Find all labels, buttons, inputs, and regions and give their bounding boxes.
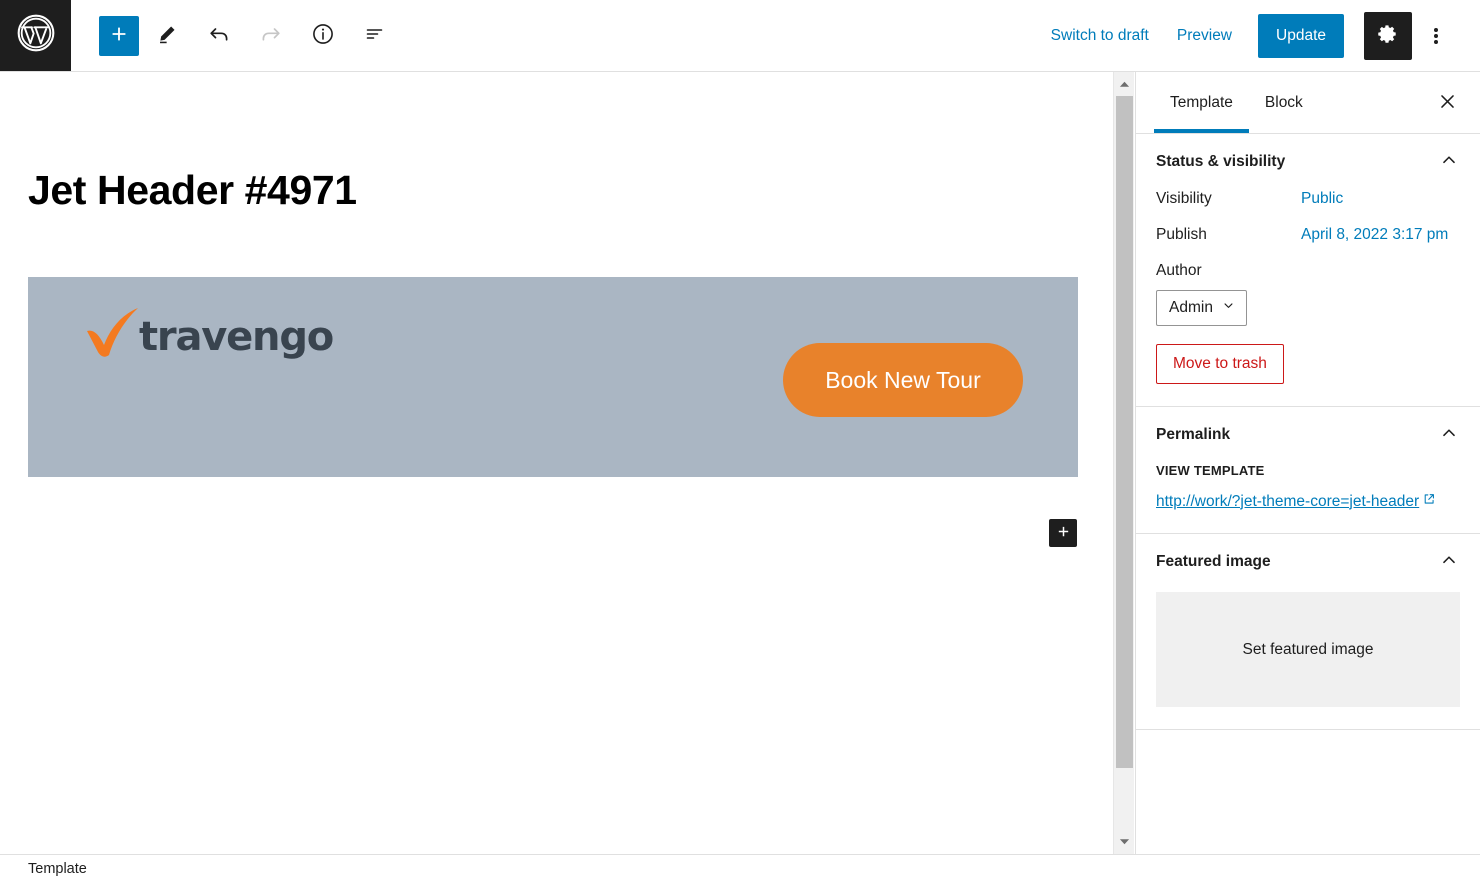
- more-options-button[interactable]: [1414, 12, 1458, 60]
- pencil-icon: [156, 23, 178, 48]
- editor-top-toolbar: Switch to draft Preview Update: [0, 0, 1480, 72]
- editor-footer-breadcrumb-bar: Template: [0, 854, 1480, 882]
- gear-icon: [1377, 23, 1399, 48]
- scrollbar-thumb[interactable]: [1116, 96, 1133, 768]
- permalink-url-link[interactable]: http://work/?jet-theme-core=jet-header: [1156, 492, 1436, 511]
- redo-arrow-icon: [259, 22, 283, 49]
- add-block-button[interactable]: [99, 15, 139, 56]
- header-template-block[interactable]: travengo Book New Tour: [28, 277, 1078, 477]
- toolbar-right-group: Switch to draft Preview Update: [1037, 11, 1480, 60]
- publish-row: Publish April 8, 2022 3:17 pm: [1156, 226, 1460, 244]
- publish-date-button[interactable]: April 8, 2022 3:17 pm: [1301, 226, 1448, 244]
- list-view-button[interactable]: [351, 12, 399, 60]
- section-permalink-body: VIEW TEMPLATE http://work/?jet-theme-cor…: [1136, 463, 1480, 533]
- details-button[interactable]: [299, 12, 347, 60]
- info-circle-icon: [311, 22, 335, 49]
- kebab-menu-icon: [1434, 26, 1438, 46]
- site-logo-text: travengo: [139, 313, 334, 360]
- undo-button[interactable]: [195, 12, 243, 60]
- section-title: Permalink: [1156, 426, 1231, 443]
- undo-arrow-icon: [207, 22, 231, 49]
- section-permalink: Permalink VIEW TEMPLATE http://work/?jet…: [1136, 407, 1480, 534]
- orange-checkmark-swoosh-icon: [83, 305, 145, 368]
- tools-edit-button[interactable]: [143, 12, 191, 60]
- chevron-up-icon[interactable]: [1438, 549, 1460, 576]
- sidebar-tabs: Template Block: [1136, 72, 1480, 134]
- redo-button[interactable]: [247, 12, 295, 60]
- tab-block[interactable]: Block: [1249, 72, 1319, 133]
- tab-template[interactable]: Template: [1154, 72, 1249, 133]
- preview-button[interactable]: Preview: [1163, 19, 1246, 53]
- section-status-visibility-header[interactable]: Status & visibility: [1136, 134, 1480, 190]
- close-sidebar-button[interactable]: [1428, 84, 1466, 122]
- move-to-trash-button[interactable]: Move to trash: [1156, 344, 1284, 384]
- section-featured-image-body: Set featured image: [1136, 592, 1480, 729]
- publish-label: Publish: [1156, 226, 1207, 243]
- scroll-down-arrow-icon[interactable]: [1114, 832, 1134, 852]
- site-logo: travengo: [83, 305, 334, 368]
- plus-icon: [108, 23, 130, 48]
- section-permalink-header[interactable]: Permalink: [1136, 407, 1480, 463]
- external-link-icon: [1422, 492, 1436, 511]
- author-field: Author Admin: [1156, 262, 1460, 326]
- wordpress-logo-button[interactable]: [0, 0, 71, 71]
- book-new-tour-button[interactable]: Book New Tour: [783, 343, 1023, 417]
- block-appender-button[interactable]: [1049, 519, 1077, 547]
- scroll-up-arrow-icon[interactable]: [1114, 74, 1134, 94]
- plus-icon: [1056, 524, 1071, 542]
- chevron-down-icon: [1221, 298, 1236, 318]
- section-title: Featured image: [1156, 553, 1271, 570]
- set-featured-image-button[interactable]: Set featured image: [1156, 592, 1460, 707]
- visibility-value-button[interactable]: Public: [1301, 190, 1343, 208]
- section-status-visibility-body: Visibility Public Publish April 8, 2022 …: [1136, 190, 1480, 406]
- visibility-row: Visibility Public: [1156, 190, 1460, 208]
- wordpress-logo-icon: [16, 13, 56, 58]
- editor-canvas[interactable]: Jet Header #4971 travengo Book New Tour: [0, 72, 1113, 854]
- section-featured-image: Featured image Set featured image: [1136, 534, 1480, 730]
- view-template-label: VIEW TEMPLATE: [1156, 463, 1265, 478]
- breadcrumb-template[interactable]: Template: [28, 861, 87, 877]
- canvas-scrollbar[interactable]: [1113, 72, 1134, 854]
- settings-sidebar: Template Block Status & visibility Visib…: [1135, 72, 1480, 854]
- section-status-visibility: Status & visibility Visibility Public Pu…: [1136, 134, 1480, 407]
- toolbar-left-group: [99, 12, 399, 60]
- section-title: Status & visibility: [1156, 153, 1286, 170]
- switch-to-draft-button[interactable]: Switch to draft: [1037, 19, 1163, 53]
- update-button[interactable]: Update: [1258, 13, 1344, 58]
- chevron-up-icon[interactable]: [1438, 422, 1460, 449]
- list-view-icon: [363, 22, 387, 49]
- chevron-up-icon[interactable]: [1438, 149, 1460, 176]
- close-x-icon: [1438, 92, 1457, 114]
- post-title[interactable]: Jet Header #4971: [28, 167, 357, 213]
- permalink-url-text: http://work/?jet-theme-core=jet-header: [1156, 492, 1420, 510]
- author-selected-value: Admin: [1169, 299, 1213, 316]
- visibility-label: Visibility: [1156, 190, 1212, 207]
- settings-button[interactable]: [1364, 11, 1412, 60]
- author-select[interactable]: Admin: [1156, 290, 1247, 326]
- section-featured-image-header[interactable]: Featured image: [1136, 534, 1480, 590]
- author-label: Author: [1156, 262, 1202, 279]
